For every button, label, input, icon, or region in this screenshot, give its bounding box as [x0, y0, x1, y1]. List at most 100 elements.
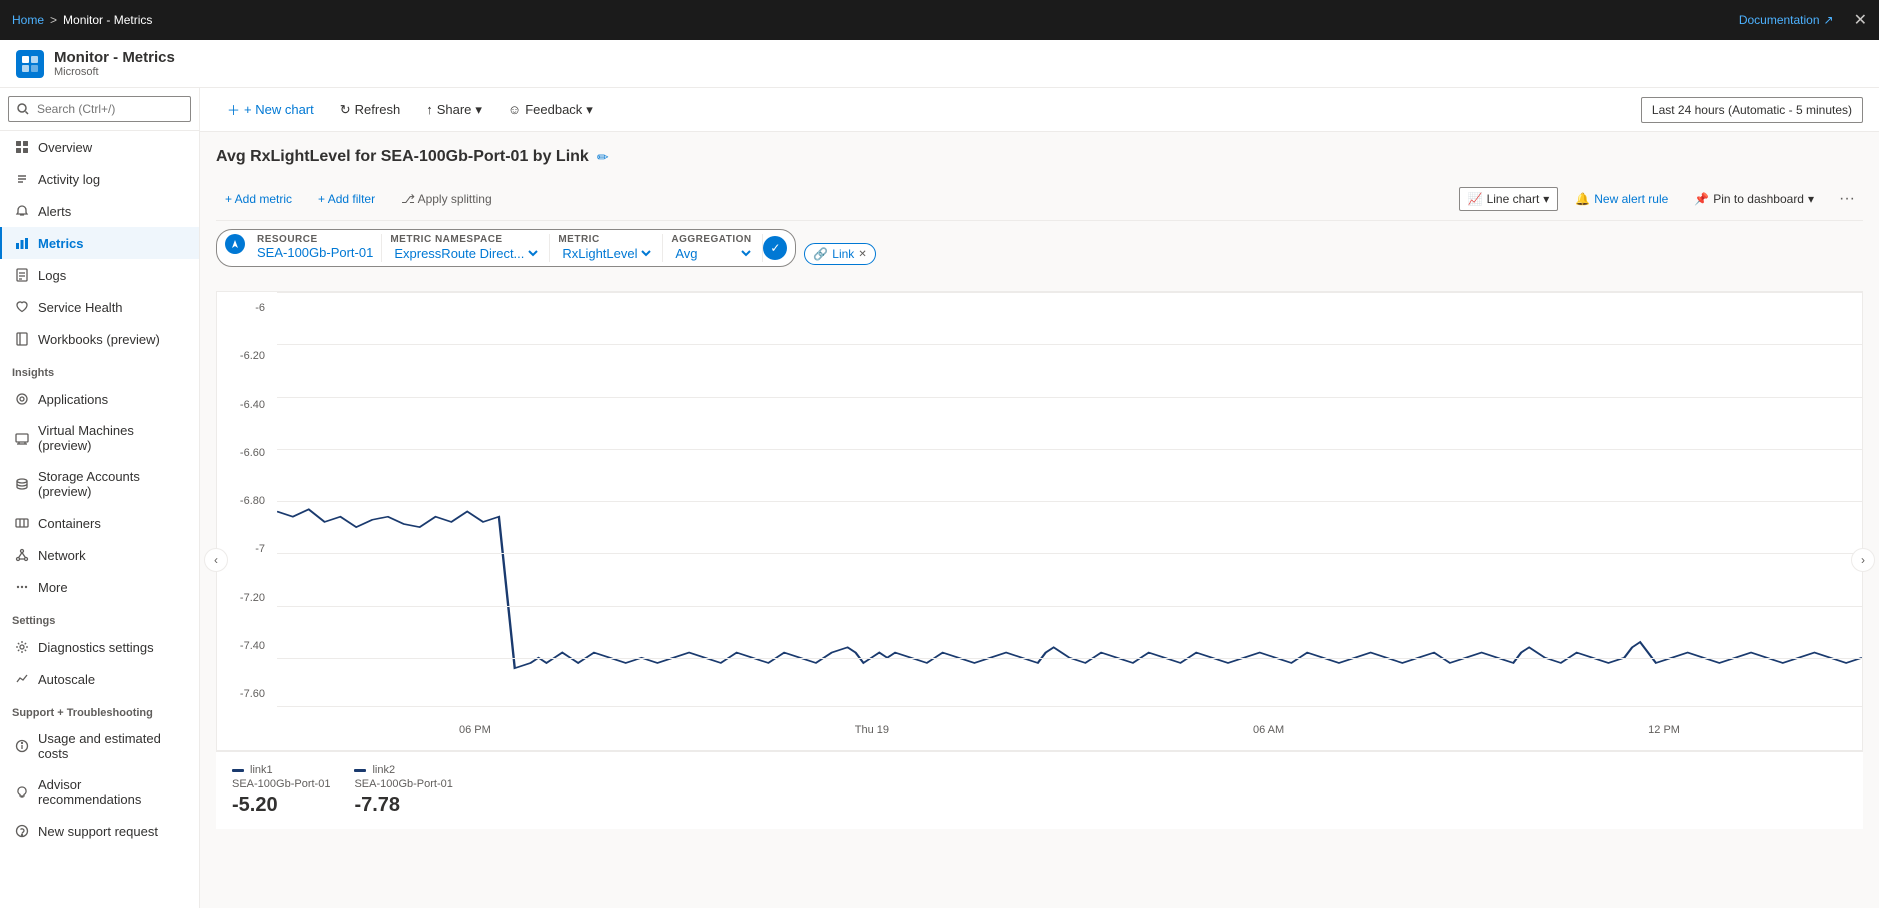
bell-icon	[14, 203, 30, 219]
edit-title-icon[interactable]: ✏	[597, 149, 609, 166]
sidebar-item-label: Diagnostics settings	[38, 640, 154, 655]
document-icon	[14, 267, 30, 283]
namespace-field: METRIC NAMESPACE ExpressRoute Direct...	[382, 234, 550, 262]
sidebar-nav-workbooks[interactable]: Workbooks (preview)	[0, 323, 199, 355]
pin-label: Pin to dashboard	[1713, 192, 1804, 206]
share-button[interactable]: ↑ Share ▾	[415, 96, 493, 124]
apply-splitting-button[interactable]: ⎇ Apply splitting	[392, 187, 501, 211]
link-tag-remove[interactable]: ✕	[858, 249, 866, 260]
new-alert-rule-button[interactable]: 🔔 New alert rule	[1566, 187, 1677, 211]
chart-area: Avg RxLightLevel for SEA-100Gb-Port-01 b…	[200, 132, 1879, 908]
sidebar-nav-storage[interactable]: Storage Accounts (preview)	[0, 461, 199, 507]
more-icon: ···	[1839, 190, 1855, 207]
documentation-link[interactable]: Documentation ↗	[1739, 13, 1834, 27]
time-range-label: Last 24 hours (Automatic - 5 minutes)	[1652, 103, 1852, 117]
search-input[interactable]	[8, 96, 191, 122]
x-label-1: 06 PM	[459, 724, 491, 736]
time-range-button[interactable]: Last 24 hours (Automatic - 5 minutes)	[1641, 97, 1863, 123]
insights-section-label: Insights	[0, 355, 199, 383]
chart-controls: + Add metric + Add filter ⎇ Apply splitt…	[216, 178, 1863, 221]
sidebar-nav-virtual-machines[interactable]: Virtual Machines (preview)	[0, 415, 199, 461]
bell-alert-icon: 🔔	[1575, 192, 1590, 206]
sidebar-item-label: Service Health	[38, 300, 123, 315]
add-filter-button[interactable]: + Add filter	[309, 187, 384, 211]
namespace-select[interactable]: ExpressRoute Direct...	[390, 245, 541, 262]
sidebar-nav-logs[interactable]: Logs	[0, 259, 199, 291]
sidebar-nav-activity-log[interactable]: Activity log	[0, 163, 199, 195]
metric-confirm-button[interactable]: ✓	[763, 236, 787, 260]
metric-selector: RESOURCE SEA-100Gb-Port-01 METRIC NAMESP…	[216, 229, 796, 267]
sidebar-nav-usage-costs[interactable]: Usage and estimated costs	[0, 723, 199, 769]
sidebar-item-label: Containers	[38, 516, 101, 531]
metric-name-select[interactable]: RxLightLevel	[558, 245, 654, 262]
sidebar-nav-advisor[interactable]: Advisor recommendations	[0, 769, 199, 815]
sidebar-item-label: Workbooks (preview)	[38, 332, 160, 347]
x-label-2: Thu 19	[855, 724, 889, 736]
legend-color-link2	[354, 769, 366, 772]
x-label-4: 12 PM	[1648, 724, 1680, 736]
sidebar-item-label: Alerts	[38, 204, 71, 219]
legend-item-link1: link1 SEA-100Gb-Port-01 -5.20	[232, 764, 330, 817]
chart-title-row: Avg RxLightLevel for SEA-100Gb-Port-01 b…	[216, 148, 1863, 166]
grid-line-6	[277, 553, 1862, 554]
legend-label-link1: link1	[250, 764, 273, 776]
sidebar-nav-metrics[interactable]: Metrics	[0, 227, 199, 259]
chart-nav-right[interactable]: ›	[1851, 548, 1875, 572]
resource-value[interactable]: SEA-100Gb-Port-01	[257, 245, 373, 260]
close-button[interactable]: ✕	[1854, 10, 1867, 30]
grid-line-2	[277, 344, 1862, 345]
chart-controls-left: + Add metric + Add filter ⎇ Apply splitt…	[216, 187, 501, 211]
sidebar-nav-autoscale[interactable]: Autoscale	[0, 663, 199, 695]
sidebar-nav-applications[interactable]: Applications	[0, 383, 199, 415]
new-alert-rule-label: New alert rule	[1594, 192, 1668, 206]
chart-x-axis: 06 PM Thu 19 06 AM 12 PM	[277, 710, 1862, 750]
feedback-chevron-icon: ▾	[586, 102, 593, 118]
breadcrumb-home[interactable]: Home	[12, 13, 44, 27]
help-icon	[14, 823, 30, 839]
feedback-button[interactable]: ☺ Feedback ▾	[497, 96, 604, 124]
y-label-7: -7.20	[221, 592, 273, 604]
chart-nav-left[interactable]: ‹	[204, 548, 228, 572]
refresh-button[interactable]: ↻ Refresh	[329, 96, 411, 124]
y-label-2: -6.20	[221, 350, 273, 362]
bar-chart-icon	[14, 235, 30, 251]
sidebar-nav-more[interactable]: More	[0, 571, 199, 603]
chart-container: ‹ › -6 -6.20 -6.40 -6.60 -6.80 -7 -7.20 …	[216, 291, 1863, 829]
legend-value-link1: -5.20	[232, 794, 330, 817]
link-filter-tag[interactable]: 🔗 Link ✕	[804, 243, 875, 265]
sidebar-search-container	[0, 88, 199, 131]
sidebar-nav-alerts[interactable]: Alerts	[0, 195, 199, 227]
aggregation-select[interactable]: Avg	[671, 245, 754, 262]
documentation-label: Documentation	[1739, 13, 1820, 27]
sidebar-item-label: Usage and estimated costs	[38, 731, 187, 761]
sidebar-nav-network[interactable]: Network	[0, 539, 199, 571]
grid-line-4	[277, 449, 1862, 450]
app-header: Monitor - Metrics Microsoft	[0, 40, 1879, 88]
sidebar-nav-service-health[interactable]: Service Health	[0, 291, 199, 323]
sidebar-item-label: More	[38, 580, 68, 595]
y-label-4: -6.60	[221, 447, 273, 459]
sidebar-item-label: Virtual Machines (preview)	[38, 423, 187, 453]
more-options-button[interactable]: ···	[1831, 186, 1863, 212]
chart-type-button[interactable]: 📈 Line chart ▾	[1459, 187, 1559, 211]
main-layout: Overview Activity log Alerts Metrics Log…	[0, 88, 1879, 908]
pin-to-dashboard-button[interactable]: 📌 Pin to dashboard ▾	[1685, 187, 1823, 211]
sidebar-nav-overview[interactable]: Overview	[0, 131, 199, 163]
chart-controls-right: 📈 Line chart ▾ 🔔 New alert rule 📌 Pin to…	[1459, 186, 1863, 212]
share-chevron-icon: ▾	[475, 102, 482, 118]
resource-label: RESOURCE	[257, 234, 373, 245]
sidebar-nav-support[interactable]: New support request	[0, 815, 199, 847]
support-section-label: Support + Troubleshooting	[0, 695, 199, 723]
grid-line-5	[277, 501, 1862, 502]
new-chart-button[interactable]: ＋ + New chart	[216, 94, 325, 125]
add-metric-button[interactable]: + Add metric	[216, 187, 301, 211]
refresh-label: Refresh	[355, 102, 401, 117]
sidebar-item-label: Metrics	[38, 236, 84, 251]
network-icon	[14, 547, 30, 563]
metric-selector-indicator	[225, 234, 245, 254]
sidebar-nav-containers[interactable]: Containers	[0, 507, 199, 539]
plus-icon: ＋	[227, 100, 240, 119]
sidebar-nav-diagnostics[interactable]: Diagnostics settings	[0, 631, 199, 663]
chart-canvas: -6 -6.20 -6.40 -6.60 -6.80 -7 -7.20 -7.4…	[216, 291, 1863, 751]
legend-header-link1: link1	[232, 764, 330, 776]
